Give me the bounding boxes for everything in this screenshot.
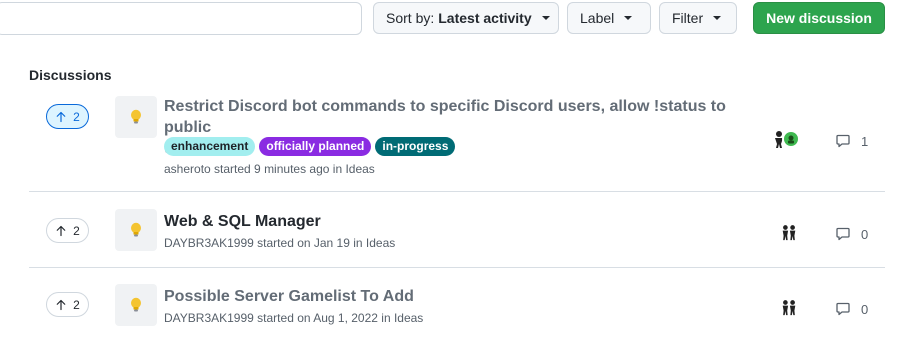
lightbulb-icon xyxy=(115,96,157,138)
chevron-down-icon xyxy=(541,16,550,20)
new-discussion-button[interactable]: New discussion xyxy=(753,2,885,34)
chevron-down-icon xyxy=(713,16,722,20)
comment-count[interactable]: 0 xyxy=(835,226,868,242)
discussion-row: 2 Web & SQL Manager DAYBR3AK1999 started… xyxy=(29,192,885,268)
label-list: enhancement officially planned in-progre… xyxy=(164,137,456,156)
label-dropdown[interactable]: Label xyxy=(567,2,651,34)
discussion-title[interactable]: Web & SQL Manager xyxy=(164,211,744,232)
upvote-button[interactable]: 2 xyxy=(46,218,89,243)
sort-prefix: Sort by: xyxy=(386,10,435,26)
avatar[interactable] xyxy=(780,223,798,241)
discussion-meta: DAYBR3AK1999 started on Aug 1, 2022 in I… xyxy=(164,311,423,325)
discussion-meta: DAYBR3AK1999 started on Jan 19 in Ideas xyxy=(164,236,395,250)
author-link[interactable]: DAYBR3AK1999 xyxy=(164,311,254,325)
label-enhancement[interactable]: enhancement xyxy=(164,137,256,156)
category-link[interactable]: Ideas xyxy=(366,236,395,250)
started-text: started on Jan 19 in xyxy=(253,236,366,250)
comment-icon xyxy=(836,302,850,316)
sort-dropdown[interactable]: Sort by: Latest activity xyxy=(373,2,559,34)
participant-avatars xyxy=(780,298,798,316)
search-input[interactable] xyxy=(0,2,362,35)
participant-avatars xyxy=(770,130,800,148)
discussion-row: 2 Restrict Discord bot commands to speci… xyxy=(29,92,885,192)
sort-value: Latest activity xyxy=(438,10,532,26)
comment-count[interactable]: 1 xyxy=(835,133,868,149)
comment-icon xyxy=(836,134,850,148)
label-button-text: Label xyxy=(580,10,615,26)
comment-count[interactable]: 0 xyxy=(835,301,868,317)
lightbulb-icon xyxy=(115,284,157,326)
label-in-progress[interactable]: in-progress xyxy=(375,137,456,156)
discussion-meta: asheroto started 9 minutes ago in Ideas xyxy=(164,162,375,176)
comment-icon xyxy=(836,227,850,241)
discussion-title[interactable]: Possible Server Gamelist To Add xyxy=(164,286,744,307)
upvote-button[interactable]: 2 xyxy=(46,104,89,129)
started-text: started on Aug 1, 2022 in xyxy=(253,311,394,325)
vote-count: 2 xyxy=(73,223,80,238)
chevron-down-icon xyxy=(624,16,633,20)
category-link[interactable]: Ideas xyxy=(394,311,423,325)
started-text: started 9 minutes ago in xyxy=(210,162,346,176)
filter-dropdown[interactable]: Filter xyxy=(659,2,737,34)
lightbulb-icon xyxy=(115,209,157,251)
label-officially-planned[interactable]: officially planned xyxy=(259,137,372,156)
vote-count: 2 xyxy=(73,109,80,124)
vote-count: 2 xyxy=(73,297,80,312)
author-link[interactable]: DAYBR3AK1999 xyxy=(164,236,254,250)
avatar[interactable] xyxy=(780,298,798,316)
category-link[interactable]: Ideas xyxy=(345,162,374,176)
arrow-up-icon xyxy=(56,225,66,236)
avatar[interactable] xyxy=(782,130,800,148)
author-link[interactable]: asheroto xyxy=(164,162,211,176)
upvote-button[interactable]: 2 xyxy=(46,292,89,317)
arrow-up-icon xyxy=(56,299,66,310)
section-title: Discussions xyxy=(29,67,112,83)
participant-avatars xyxy=(780,223,798,241)
discussion-row: 2 Possible Server Gamelist To Add DAYBR3… xyxy=(29,268,885,340)
arrow-up-icon xyxy=(56,111,66,122)
filter-button-text: Filter xyxy=(672,10,704,26)
